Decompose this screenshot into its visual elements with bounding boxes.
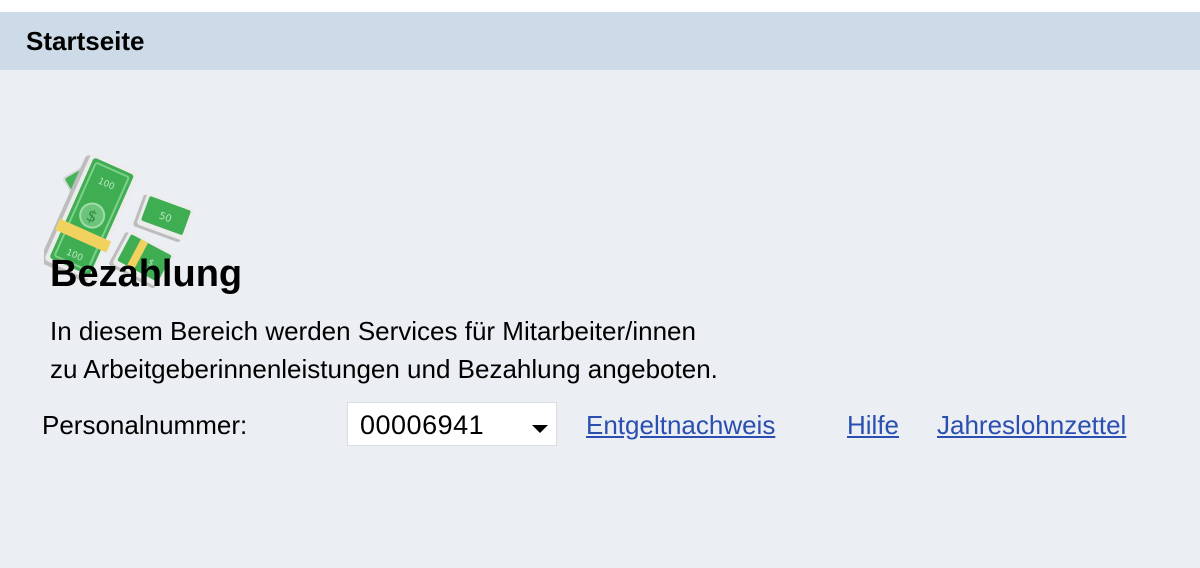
annual-wage-slip-link[interactable]: Jahreslohnzettel	[937, 410, 1126, 440]
personnel-row: Personalnummer: 00006941 Entgeltnachweis…	[42, 402, 1192, 448]
page-header-title: Startseite	[26, 26, 145, 56]
page: Startseite $ 100 100 50 $ Bezahlung In d…	[0, 0, 1200, 568]
personnel-number-select[interactable]: 00006941	[347, 402, 557, 446]
personnel-number-label: Personalnummer:	[42, 410, 248, 440]
section-title: Bezahlung	[50, 253, 243, 295]
section-description-line1: In diesem Bereich werden Services für Mi…	[50, 316, 696, 346]
pay-statement-link[interactable]: Entgeltnachweis	[586, 410, 775, 440]
chevron-down-icon	[532, 425, 548, 433]
personnel-number-value: 00006941	[360, 410, 485, 440]
help-link[interactable]: Hilfe	[847, 410, 899, 440]
section-description-line2: zu Arbeitgeberinnenleistungen und Bezahl…	[50, 354, 718, 384]
page-header: Startseite	[0, 12, 1200, 70]
section-description: In diesem Bereich werden Services für Mi…	[50, 312, 718, 388]
